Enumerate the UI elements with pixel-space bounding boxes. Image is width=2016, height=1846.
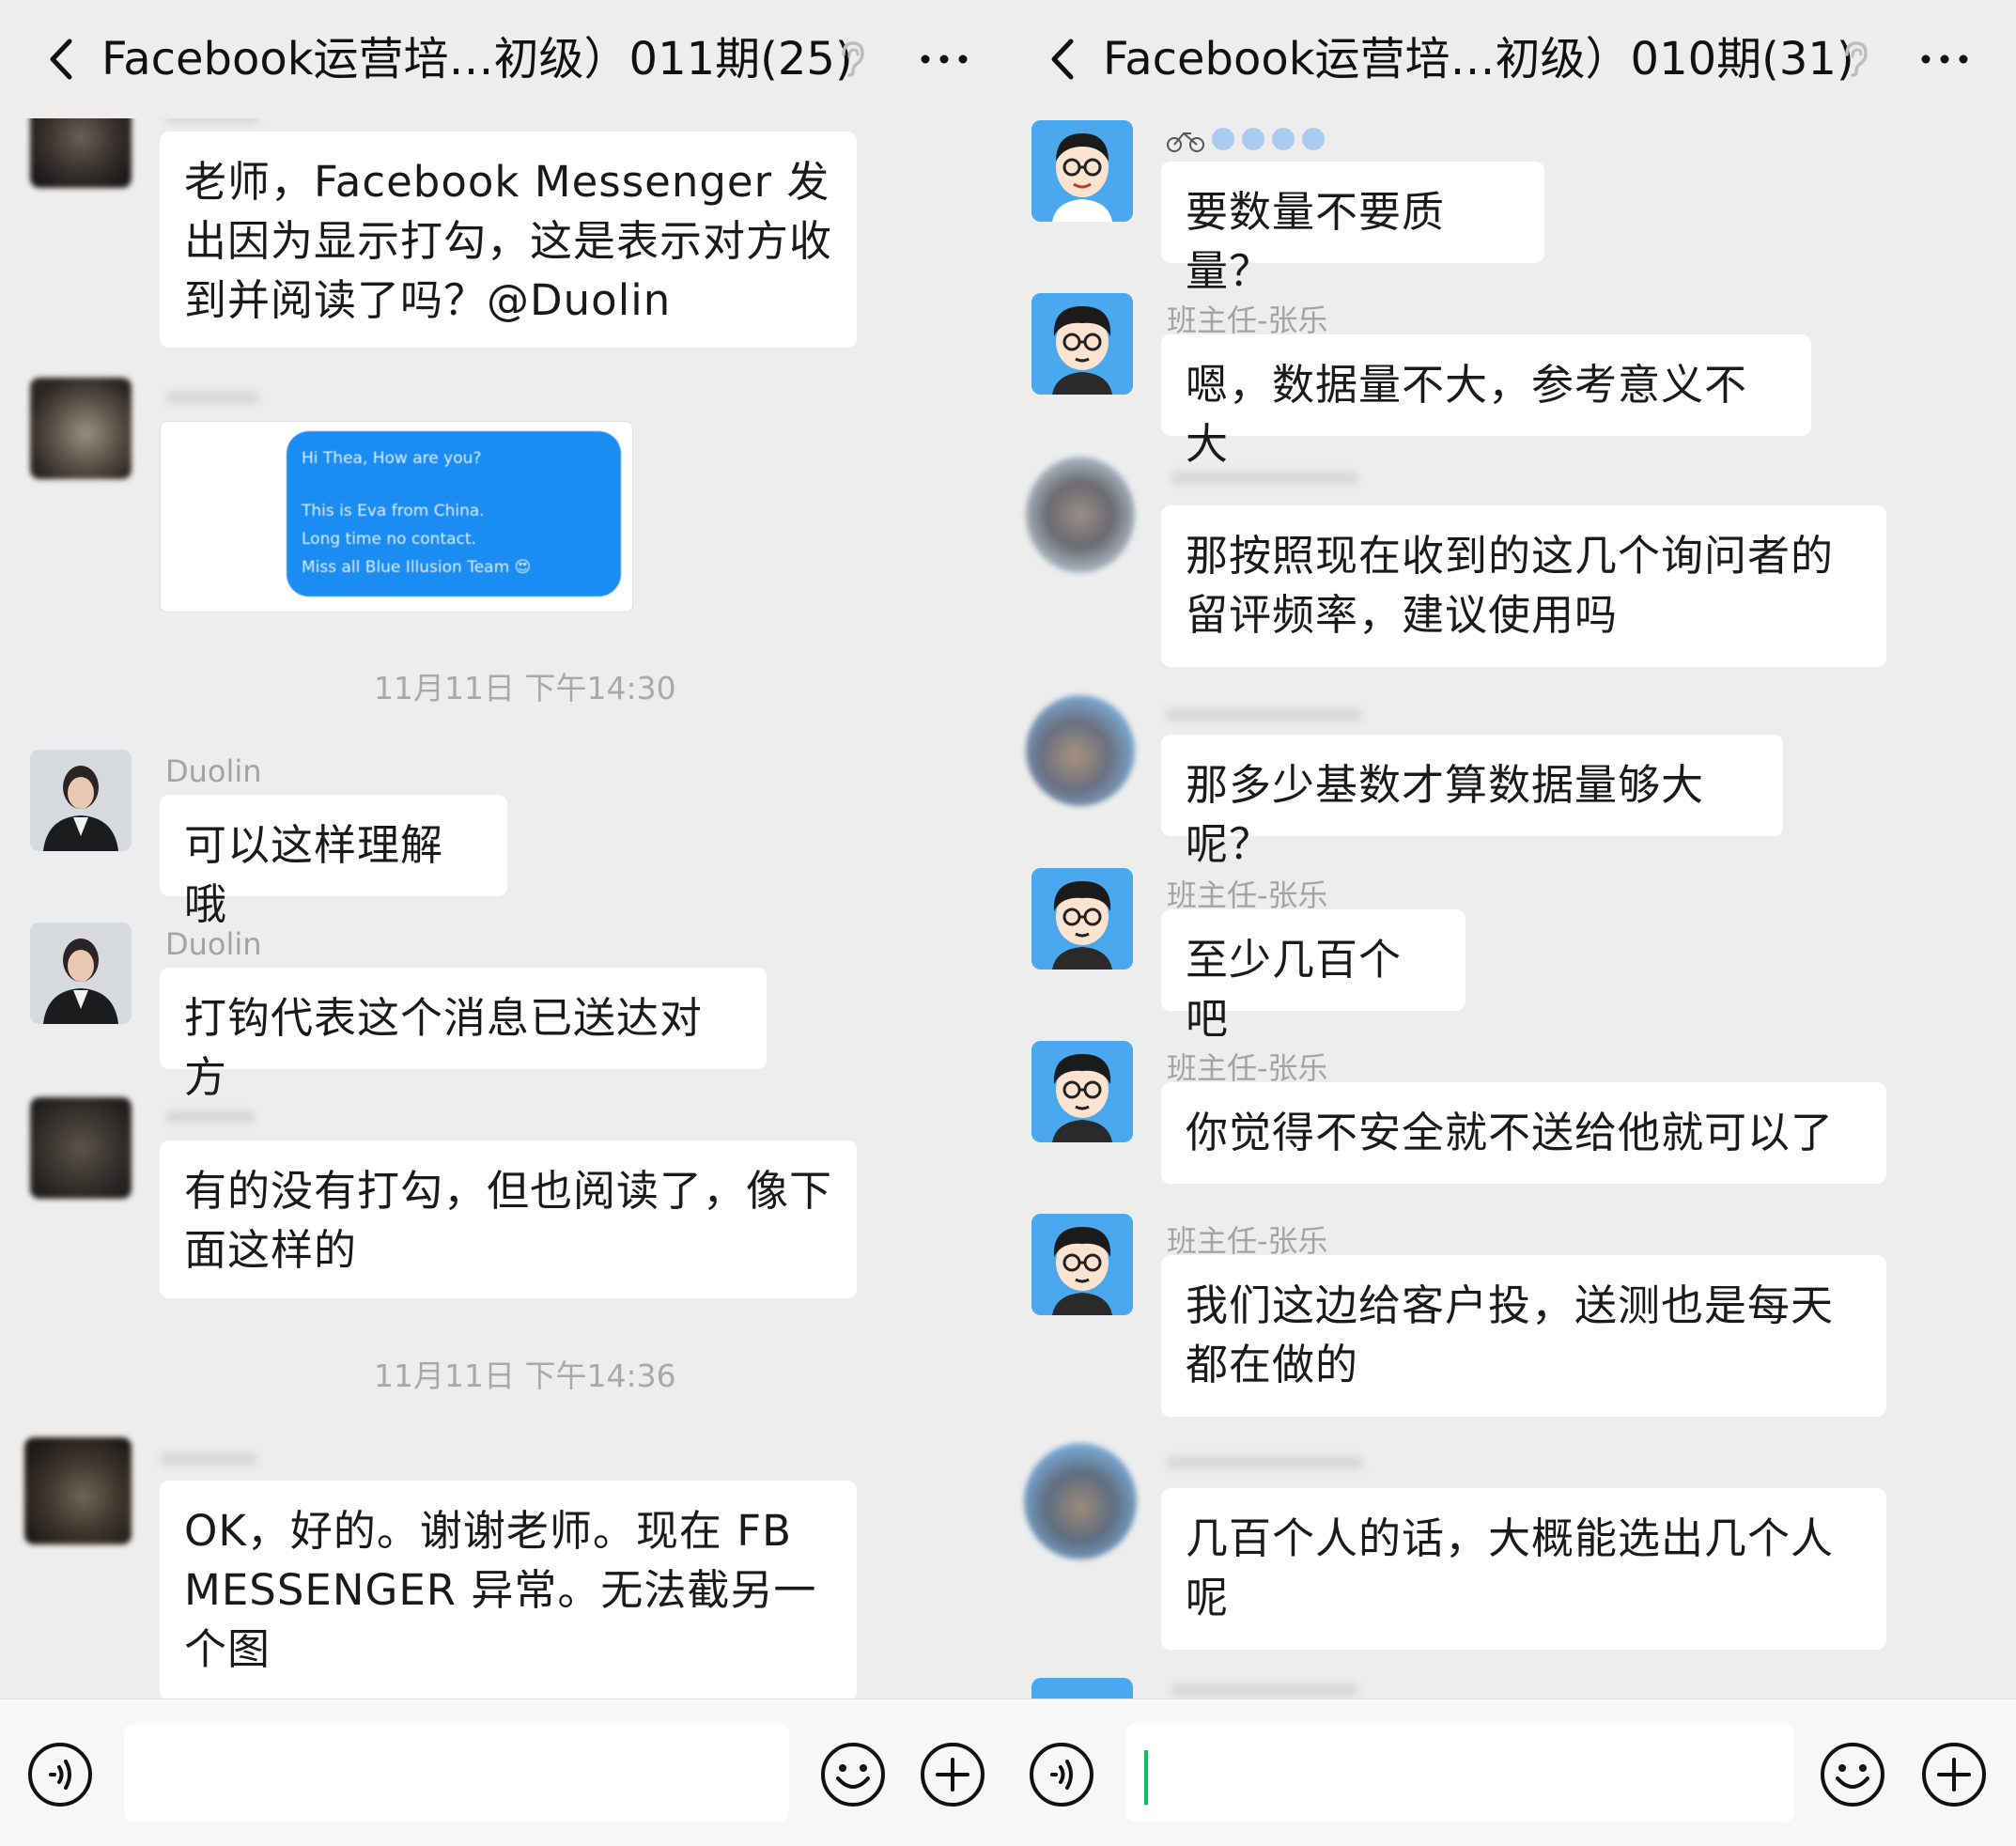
emoji-icon[interactable] [1819,1741,1886,1808]
message-bubble[interactable]: 老师，Facebook Messenger 发出因为显示打勾，这是表示对方收到并… [160,132,857,348]
message-text: 有的没有打勾，但也阅读了，像下面这样的 [184,1166,833,1275]
cartoon-avatar-icon [1031,120,1133,222]
screenshot-thumbnail: Hi Thea, How are you? This is Eva from C… [287,431,621,597]
chat-title: Facebook运营培…初级）010期(31) [1103,33,1854,85]
message-input[interactable] [1125,1724,1794,1822]
image-message[interactable]: Hi Thea, How are you? This is Eva from C… [160,421,633,613]
avatar[interactable] [1031,293,1133,395]
message-text: 你觉得不安全就不送给他就可以了 [1186,1108,1835,1157]
message-text: 我们这边给客户投，送测也是每天都在做的 [1186,1280,1835,1389]
sender-name [165,391,259,404]
message-bubble[interactable]: 嗯，数据量不大，参考意义不大 [1161,334,1811,469]
message-bubble[interactable]: 有的没有打勾，但也阅读了，像下面这样的 [160,1140,857,1298]
sender-name [1171,472,1358,485]
emoji-icon[interactable] [819,1741,887,1808]
screenshot-line: Miss all Blue Illusion Team 😍 [302,558,532,577]
message-list[interactable]: 老师，Facebook Messenger 发出因为显示打勾，这是表示对方收到并… [0,118,1005,1699]
plus-icon[interactable] [1920,1741,1988,1808]
cartoon-avatar-icon [1031,1214,1133,1315]
message-text: 嗯，数据量不大，参考意义不大 [1186,360,1748,469]
sender-name [165,118,259,124]
message-bubble[interactable]: OK，好的。谢谢老师。现在 FB MESSENGER 异常。无法截另一个图 [160,1481,857,1699]
avatar[interactable] [1024,1443,1137,1559]
avatar[interactable] [30,378,132,479]
message-bubble[interactable]: 你觉得不安全就不送给他就可以了 [1161,1082,1886,1184]
chat-window-left: Facebook运营培…初级）011期(25) 老师，Facebook Mess… [0,0,1005,1846]
text-cursor [1144,1750,1148,1805]
input-bar [0,1699,1005,1846]
chat-title: Facebook运营培…初级）011期(25) [101,33,853,85]
cartoon-avatar-icon [1031,868,1133,970]
sender-name: Duolin [165,926,262,962]
voice-icon[interactable] [26,1741,94,1808]
avatar[interactable] [30,923,132,1024]
message-bubble[interactable]: 我们这边给客户投，送测也是每天都在做的 [1161,1255,1886,1417]
avatar[interactable] [1031,1214,1133,1315]
person-avatar-icon [30,750,132,851]
avatar[interactable] [30,750,132,851]
message-text: OK，好的。谢谢老师。现在 FB MESSENGER 异常。无法截另一个图 [184,1506,817,1674]
sender-name [1167,1456,1364,1469]
message-list[interactable]: 要数量不要质量？ 班主任-张乐 嗯，数据量不大，参考意义不大 那按照现在收到的这… [1005,118,2016,1699]
message-bubble[interactable]: 至少几百个吧 [1161,909,1465,1044]
header-bar: Facebook运营培…初级）011期(25) [0,0,1005,118]
ear-icon [842,41,864,77]
ear-icon [1845,41,1868,77]
sender-name [165,1110,256,1124]
message-text: 至少几百个吧 [1186,935,1403,1044]
message-bubble[interactable]: 要数量不要质量？ [1161,162,1544,296]
message-bubble[interactable]: 打钩代表这个消息已送达对方 [160,968,767,1102]
sender-name [1165,708,1362,721]
person-avatar-icon [30,923,132,1024]
message-text: 打钩代表这个消息已送达对方 [184,993,704,1102]
message-bubble[interactable]: 几百个人的话，大概能选出几个人呢 [1161,1488,1886,1650]
plus-icon[interactable] [919,1741,986,1808]
avatar[interactable] [1031,1041,1133,1142]
avatar[interactable] [1031,120,1133,222]
input-bar [1005,1699,2016,1846]
screenshot-line: This is Eva from China. [302,502,485,520]
avatar[interactable] [24,1437,132,1544]
message-input[interactable] [124,1724,789,1822]
avatar[interactable] [1026,457,1135,573]
voice-icon[interactable] [1028,1741,1095,1808]
message-bubble[interactable]: 那按照现在收到的这几个询问者的留评频率，建议使用吗 [1161,505,1886,667]
avatar[interactable] [30,118,132,188]
more-icon[interactable] [916,36,972,83]
message-bubble[interactable]: 可以这样理解哦 [160,795,507,929]
header-bar: Facebook运营培…初级）010期(31) [1005,0,2016,118]
cartoon-avatar-icon [1031,1041,1133,1142]
chevron-left-icon[interactable] [1039,34,1090,85]
screenshot-line: Long time no contact. [302,530,476,549]
cartoon-avatar-icon [1031,293,1133,395]
message-text: 那多少基数才算数据量够大呢？ [1186,760,1705,869]
chat-window-right: Facebook运营培…初级）010期(31) 要数量不要质量？ 班主任-张乐 … [1005,0,2016,1846]
screenshot-line: Hi Thea, How are you? [302,449,482,468]
message-text: 可以这样理解哦 [184,820,444,929]
timestamp: 11月11日 下午14:36 [374,1357,676,1394]
avatar[interactable] [1031,1678,1133,1699]
more-icon[interactable] [1916,36,1973,83]
avatar[interactable] [1026,695,1135,806]
avatar[interactable] [1031,868,1133,970]
sender-name-decoration [1165,124,1353,156]
message-text: 要数量不要质量？ [1186,187,1446,296]
bicycle-icon [1167,128,1325,152]
sender-name [160,1452,257,1466]
sender-name: Duolin [165,753,262,789]
message-bubble[interactable]: 那多少基数才算数据量够大呢？ [1161,735,1783,869]
message-text: 老师，Facebook Messenger 发出因为显示打勾，这是表示对方收到并… [184,157,833,325]
chevron-left-icon[interactable] [38,34,88,85]
message-text: 几百个人的话，大概能选出几个人呢 [1186,1513,1835,1622]
avatar[interactable] [30,1097,132,1199]
timestamp: 11月11日 下午14:30 [374,670,676,706]
sender-name [1171,1683,1358,1697]
message-text: 那按照现在收到的这几个询问者的留评频率，建议使用吗 [1186,531,1835,640]
